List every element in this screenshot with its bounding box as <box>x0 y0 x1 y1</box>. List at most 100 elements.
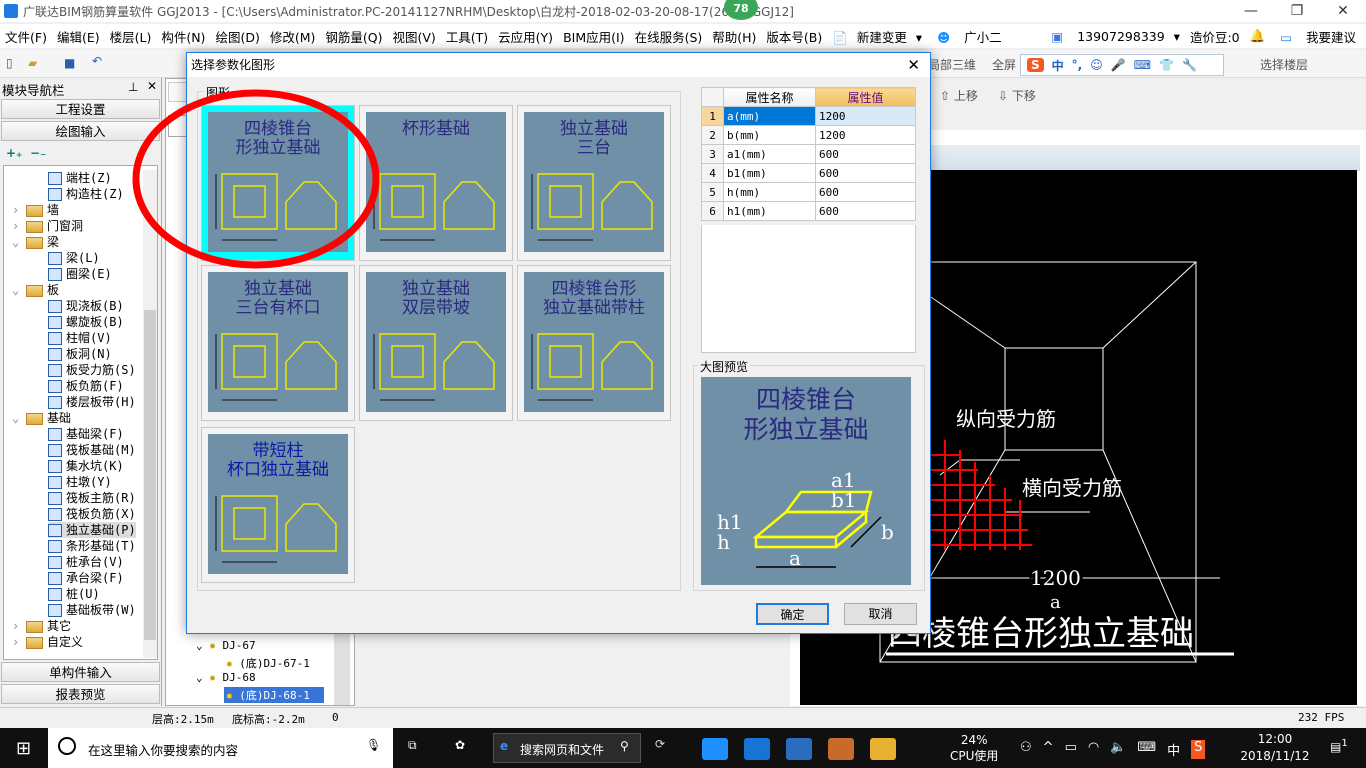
tree-folder[interactable]: › 门窗洞 <box>12 218 83 234</box>
battery-icon[interactable]: ▭ <box>1065 740 1077 759</box>
chevron-right-icon[interactable]: › <box>12 634 26 650</box>
tree-folder[interactable]: ⌄ 板 <box>12 282 59 298</box>
property-row[interactable]: 4 b1(mm) 600 <box>701 163 916 183</box>
chevron-right-icon[interactable]: › <box>12 202 26 218</box>
tree-folder[interactable]: › 自定义 <box>12 634 83 650</box>
tree-folder[interactable]: › 墙 <box>12 202 59 218</box>
tree-item[interactable]: ✹ (底)DJ-67-1 <box>226 655 310 671</box>
chevron-up-icon[interactable]: ^ <box>1043 740 1054 759</box>
property-name[interactable]: h(mm) <box>723 182 816 202</box>
property-value[interactable]: 1200 <box>815 106 916 126</box>
shape-option[interactable]: 独立基础 双层带坡 <box>359 265 513 421</box>
tree-item[interactable]: 条形基础(T) <box>48 538 136 554</box>
maximize-button[interactable]: ❐ <box>1274 0 1320 22</box>
tree-item[interactable]: 现浇板(B) <box>48 298 124 314</box>
property-value[interactable]: 1200 <box>815 125 916 145</box>
menu-floor[interactable]: 楼层(L) <box>105 27 157 46</box>
tree-item[interactable]: 承台梁(F) <box>48 570 124 586</box>
tree-item[interactable]: 筏板负筋(X) <box>48 506 136 522</box>
tree-item-selected[interactable]: ✹ (底)DJ-68-1 <box>224 687 324 703</box>
close-button[interactable]: ✕ <box>1320 0 1366 22</box>
property-name[interactable]: h1(mm) <box>723 201 816 221</box>
report-preview-button[interactable]: 报表预览 <box>1 684 160 704</box>
feedback-button[interactable]: ▭ 我要建议 <box>1270 27 1366 46</box>
taskbar-app-pdf[interactable] <box>828 738 854 760</box>
menu-file[interactable]: 文件(F) <box>0 27 52 46</box>
tree-item[interactable]: 梁(L) <box>48 250 100 266</box>
bell-icon[interactable]: 🔔 <box>1245 28 1271 44</box>
tree-item[interactable]: ⌄ ✹ DJ-68 <box>196 671 256 687</box>
tree-folder[interactable]: ⌄ 基础 <box>12 410 71 426</box>
taskbar-app-files[interactable] <box>786 738 812 760</box>
clock[interactable]: 12:00 2018/11/12 <box>1240 731 1310 765</box>
account-button[interactable]: ▣ 13907298339 ▾ <box>1041 29 1185 44</box>
menu-tools[interactable]: 工具(T) <box>441 27 493 46</box>
property-name[interactable]: b(mm) <box>723 125 816 145</box>
property-row[interactable]: 2 b(mm) 1200 <box>701 125 916 145</box>
undo-icon[interactable]: ↶ <box>92 54 102 68</box>
sogou-icon[interactable]: S <box>1027 58 1044 72</box>
shape-option[interactable]: 带短柱 杯口独立基础 <box>201 427 355 583</box>
chevron-down-icon[interactable]: ⌄ <box>12 410 26 426</box>
dialog-close-button[interactable]: ✕ <box>907 53 920 77</box>
tree-item[interactable]: ⌄ ✹ DJ-67 <box>196 639 256 655</box>
taskbar-app-ggj[interactable] <box>702 738 728 760</box>
single-input-button[interactable]: 单构件输入 <box>1 662 160 682</box>
menu-help[interactable]: 帮助(H) <box>707 27 761 46</box>
fullscreen-button[interactable]: 全屏 <box>992 56 1016 73</box>
collapse-all-icon[interactable]: −₋ <box>30 146 46 160</box>
action-center-icon[interactable]: ▤1 <box>1330 738 1348 754</box>
browser-search-box[interactable]: e 搜索网页和文件 ⚲ <box>493 733 641 763</box>
chevron-down-icon[interactable]: ⌄ <box>12 282 26 298</box>
menu-modify[interactable]: 修改(M) <box>265 27 321 46</box>
property-name[interactable]: b1(mm) <box>723 163 816 183</box>
tree-folder[interactable]: › 其它 <box>12 618 71 634</box>
task-view-icon[interactable]: ⧉ <box>408 738 417 753</box>
tree-folder[interactable]: ⌄ 梁 <box>12 234 59 250</box>
app-spiral-icon[interactable]: ⟳ <box>655 737 665 751</box>
chevron-right-icon[interactable]: › <box>12 618 26 634</box>
property-value[interactable]: 600 <box>815 201 916 221</box>
volume-icon[interactable]: 🔈 <box>1110 740 1126 759</box>
property-name[interactable]: a1(mm) <box>723 144 816 164</box>
menu-view[interactable]: 视图(V) <box>387 27 440 46</box>
menu-online[interactable]: 在线服务(S) <box>630 27 708 46</box>
tree-item[interactable]: 板洞(N) <box>48 346 112 362</box>
tree-item[interactable]: 螺旋板(B) <box>48 314 124 330</box>
tree-item[interactable]: 柱墩(Y) <box>48 474 112 490</box>
move-up-button[interactable]: ⇧ 上移 <box>940 87 978 104</box>
shape-option[interactable]: 独立基础 三台有杯口 <box>201 265 355 421</box>
tree-item[interactable]: 筏板基础(M) <box>48 442 136 458</box>
menu-draw[interactable]: 绘图(D) <box>210 27 264 46</box>
menu-bim[interactable]: BIM应用(I) <box>558 27 630 46</box>
menu-edit[interactable]: 编辑(E) <box>52 27 105 46</box>
select-floor-button[interactable]: 选择楼层 <box>1260 56 1308 73</box>
sogou-tray-icon[interactable]: S <box>1191 740 1206 759</box>
shape-option[interactable]: 独立基础 三台 <box>517 105 671 261</box>
tree-item[interactable]: 独立基础(P) <box>48 522 136 538</box>
wifi-icon[interactable]: ◠ <box>1088 740 1099 759</box>
tree-item[interactable]: 楼层板带(H) <box>48 394 136 410</box>
move-down-button[interactable]: ⇩ 下移 <box>998 87 1036 104</box>
property-value[interactable]: 600 <box>815 144 916 164</box>
tree-item[interactable]: 端柱(Z) <box>48 170 112 186</box>
menu-component[interactable]: 构件(N) <box>156 27 210 46</box>
ok-button[interactable]: 确定 <box>756 603 829 625</box>
tree-item[interactable]: 构造柱(Z) <box>48 186 124 202</box>
chevron-down-icon[interactable]: ⌄ <box>12 234 26 250</box>
property-value[interactable]: 600 <box>815 182 916 202</box>
tree-item[interactable]: 基础板带(W) <box>48 602 136 618</box>
mic-icon[interactable]: 🎤 <box>1111 58 1126 72</box>
open-icon[interactable]: ▰ <box>28 56 37 70</box>
ime-punct[interactable]: °, <box>1072 58 1083 72</box>
expand-all-icon[interactable]: +₊ <box>6 146 22 160</box>
taskbar-search-box[interactable]: 在这里输入你要搜索的内容 🎙 <box>48 728 393 768</box>
menu-version[interactable]: 版本号(B) <box>761 27 827 46</box>
tree-item[interactable]: 板负筋(F) <box>48 378 124 394</box>
people-icon[interactable]: ⚇ <box>1020 740 1032 759</box>
property-value[interactable]: 600 <box>815 163 916 183</box>
tree-item[interactable]: 柱帽(V) <box>48 330 112 346</box>
emoji-icon[interactable]: ☺ <box>1090 58 1103 72</box>
windows-start-icon[interactable]: ⊞ <box>16 738 31 759</box>
mic-icon[interactable]: 🎙 <box>366 738 381 752</box>
